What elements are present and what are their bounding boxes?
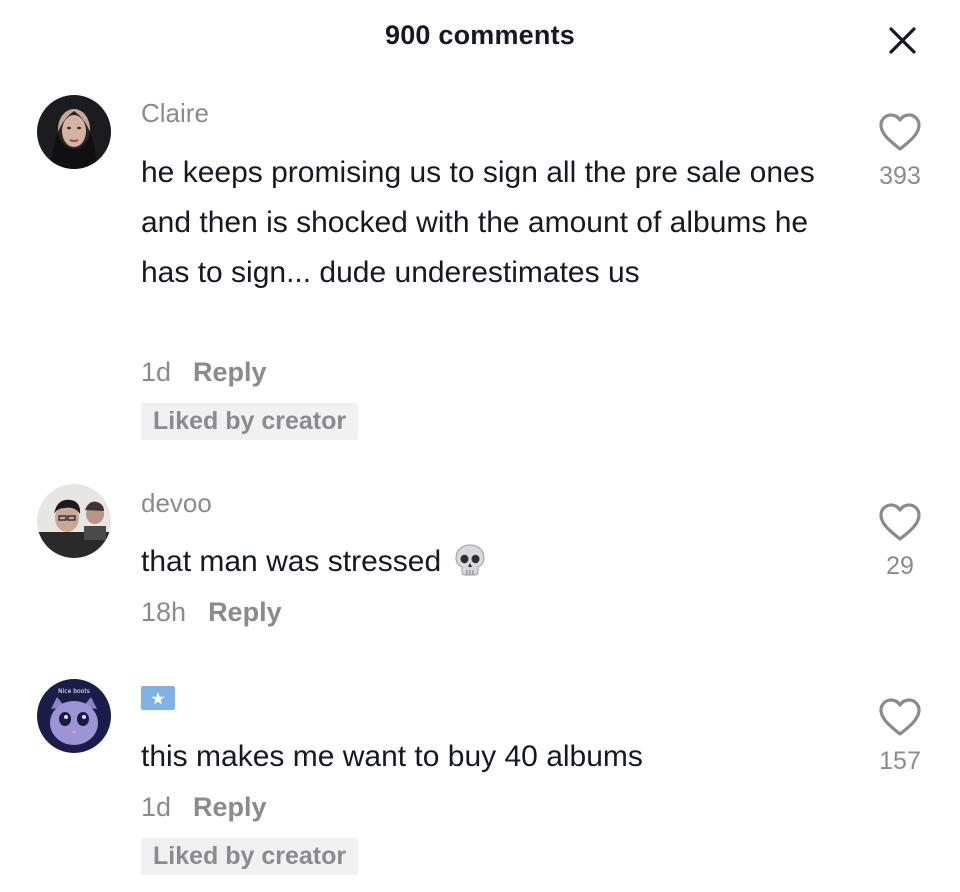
comment-meta: 1d Reply <box>141 792 267 823</box>
comment-username[interactable]: devoo <box>141 488 212 519</box>
avatar[interactable] <box>37 95 111 169</box>
reply-button[interactable]: Reply <box>193 792 267 822</box>
avatar-cat-icon: Nice boots <box>37 679 111 753</box>
avatar-dark-hair-icon <box>37 95 111 169</box>
heart-icon <box>879 698 921 736</box>
comment-meta: 1d Reply <box>141 357 267 388</box>
reply-button[interactable]: Reply <box>208 597 282 627</box>
close-button[interactable] <box>876 14 926 64</box>
like-button[interactable]: 29 <box>862 502 938 581</box>
comment-text: this makes me want to buy 40 albums <box>141 740 643 773</box>
comment-username[interactable]: Claire <box>141 98 209 129</box>
liked-by-creator-badge: Liked by creator <box>141 838 359 875</box>
avatar-caption: Nice boots <box>58 688 90 695</box>
avatar[interactable] <box>37 484 111 558</box>
comment-meta: 18h Reply <box>141 597 282 628</box>
comment-text: that man was stressed <box>141 537 841 587</box>
comments-count-title: 900 comments <box>385 20 575 50</box>
comment-text-content: that man was stressed <box>141 545 442 578</box>
skull-icon <box>455 544 485 576</box>
like-button[interactable]: 157 <box>862 697 938 776</box>
comment-text: he keeps promising us to sign all the pr… <box>141 156 815 289</box>
like-count: 29 <box>886 552 914 580</box>
like-count: 157 <box>879 747 921 775</box>
avatar[interactable]: Nice boots <box>37 679 111 753</box>
liked-by-creator-badge: Liked by creator <box>141 403 359 440</box>
heart-icon <box>879 113 921 151</box>
flag-icon <box>141 686 175 710</box>
comment-time: 1d <box>141 357 172 387</box>
comment-time: 18h <box>141 597 187 627</box>
avatar-two-people-icon <box>37 484 111 558</box>
heart-icon <box>879 503 921 541</box>
close-icon <box>889 27 916 54</box>
reply-button[interactable]: Reply <box>193 357 267 387</box>
like-button[interactable]: 393 <box>862 112 938 191</box>
comment-time: 1d <box>141 792 172 822</box>
comments-header: 900 comments <box>0 0 960 72</box>
like-count: 393 <box>879 162 921 190</box>
